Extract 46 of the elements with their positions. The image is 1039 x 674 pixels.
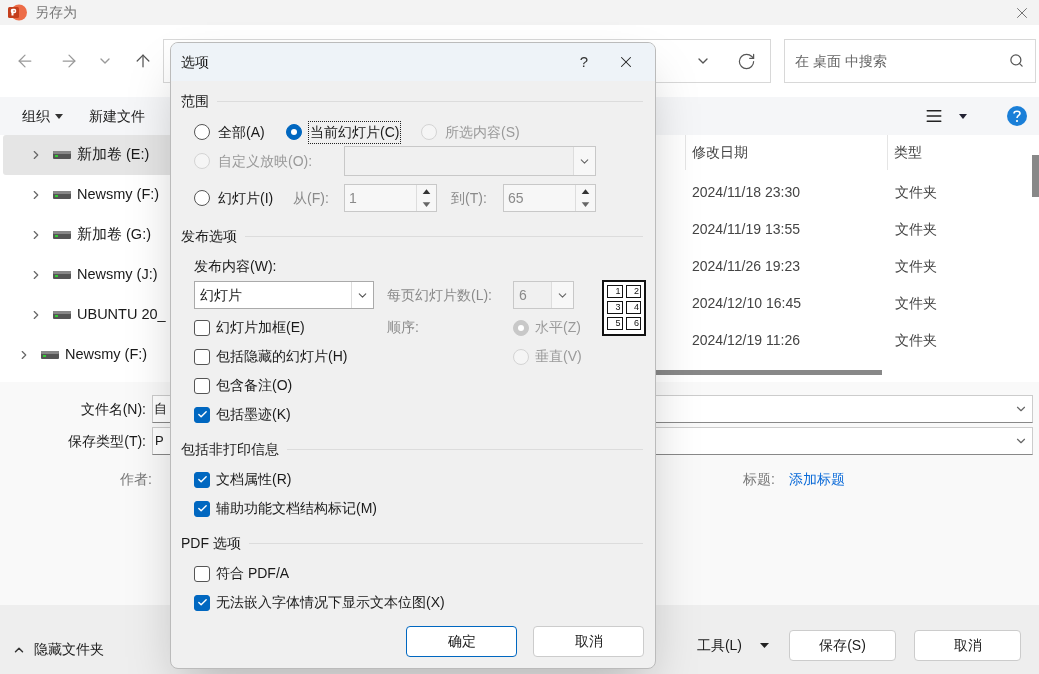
field-label: 标题: — [743, 469, 775, 489]
radio-label: 自定义放映(O): — [217, 151, 314, 171]
section-heading: 包括非打印信息 — [181, 439, 279, 459]
layout-number: 3 — [607, 301, 623, 314]
table-cell-text: 2024/11/19 13:55 — [692, 220, 801, 239]
field-label: 发布内容(W): — [194, 256, 277, 276]
radio-label: 水平(Z) — [535, 318, 581, 337]
table-cell-text: 文件夹 — [895, 294, 937, 313]
layout-number: 4 — [625, 301, 641, 314]
layout-number: 1 — [607, 285, 623, 298]
radio-label: 垂直(V) — [535, 347, 582, 366]
table-cell-text: 文件夹 — [895, 257, 937, 276]
window-title: 另存为 — [35, 3, 77, 22]
checkbox-label: 无法嵌入字体情况下显示文本位图(X) — [216, 593, 445, 612]
field-label: 每页幻灯片数(L): — [387, 285, 492, 305]
field-label: 作者: — [119, 469, 152, 489]
to-label: 到(T): — [451, 188, 488, 208]
table-cell-text: 2024/12/10 16:45 — [692, 294, 802, 313]
table-cell-text: 2024/11/26 19:23 — [692, 257, 801, 276]
layout-number: 2 — [625, 285, 641, 298]
layout-number: 5 — [607, 317, 623, 330]
field-label: 保存类型(T): — [67, 431, 146, 451]
checkbox-label: 辅助功能文档结构标记(M) — [216, 499, 377, 518]
section-heading: PDF 选项 — [181, 533, 241, 553]
radio-label: 幻灯片(I) — [217, 188, 275, 208]
checkbox-label: 幻灯片加框(E) — [216, 318, 305, 337]
checkbox-label: 文档属性(R) — [216, 470, 292, 489]
checkbox-label: 包含备注(O) — [216, 376, 293, 395]
section-heading: 发布选项 — [181, 226, 237, 246]
field-label: 文件名(N): — [79, 399, 146, 419]
section-heading: 范围 — [181, 91, 209, 111]
table-cell-text: 文件夹 — [895, 220, 937, 239]
from-label: 从(F): — [293, 188, 330, 208]
radio-label: 所选内容(S) — [444, 122, 521, 142]
checkbox-label: 符合 PDF/A — [216, 564, 290, 583]
radio-label: 当前幻灯片(C) — [308, 120, 402, 144]
checkbox-label: 包括隐藏的幻灯片(H) — [216, 347, 348, 366]
table-cell-text: 2024/11/18 23:30 — [692, 183, 801, 202]
layout-number: 6 — [625, 317, 641, 330]
radio-label: 全部(A) — [217, 122, 266, 142]
dialog-title: 选项 — [181, 52, 209, 72]
checkbox-label: 包括墨迹(K) — [216, 405, 291, 424]
field-label: 顺序: — [387, 318, 419, 337]
table-cell-text: 2024/12/19 11:26 — [692, 331, 801, 350]
table-cell-text: 文件夹 — [895, 183, 937, 202]
table-cell-text: 文件夹 — [895, 331, 937, 350]
